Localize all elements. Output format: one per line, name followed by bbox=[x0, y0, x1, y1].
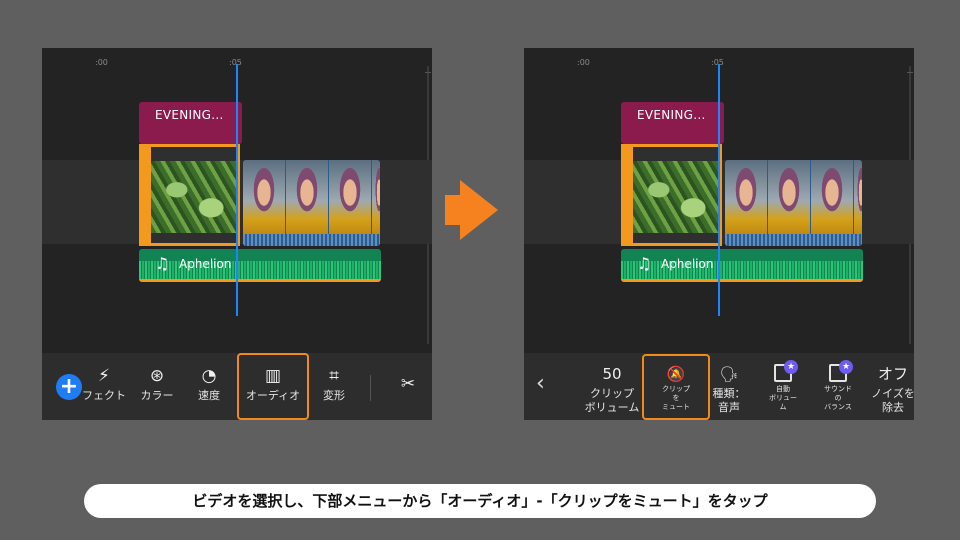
mute-label-1: クリップ bbox=[662, 385, 690, 393]
portrait-thumbnail bbox=[854, 160, 862, 234]
title-clip[interactable]: EVENING... bbox=[621, 102, 724, 144]
mute-label-3: ミュート bbox=[662, 403, 690, 411]
noise-label-1: ノイズを bbox=[871, 387, 914, 400]
transform-icon: ⌗ bbox=[329, 366, 339, 386]
star-icon: ★ bbox=[784, 360, 798, 374]
sound-balance-button[interactable]: ★ サウンド の バランス bbox=[814, 360, 862, 412]
add-button[interactable]: + bbox=[56, 374, 82, 400]
noise-removal-control[interactable]: オフ ノイズを 除去 bbox=[868, 363, 914, 415]
scissors-icon: ✂ bbox=[400, 374, 416, 394]
effects-icon: ⚡ bbox=[98, 366, 110, 386]
effects-label: フェクト bbox=[82, 389, 126, 402]
playhead[interactable] bbox=[718, 64, 720, 316]
scroll-marker bbox=[907, 72, 913, 73]
audio-clip-label: Aphelion bbox=[661, 257, 714, 271]
clip-volume-value: 50 bbox=[602, 365, 622, 383]
auto-label-1: 自動 bbox=[776, 385, 790, 393]
audio-label: オーディオ bbox=[245, 389, 301, 402]
balance-label-1: サウンド bbox=[824, 385, 852, 393]
music-note-icon: ♫ bbox=[637, 254, 652, 273]
type-label-1: 種類： bbox=[712, 387, 746, 400]
auto-label-3: ム bbox=[779, 403, 787, 411]
star-icon: ★ bbox=[839, 360, 853, 374]
music-note-icon: ♫ bbox=[155, 254, 170, 273]
speed-icon: ◔ bbox=[201, 366, 217, 386]
voice-icon: 🗣 bbox=[719, 365, 739, 383]
effects-tool[interactable]: ⚡ フェクト bbox=[80, 365, 128, 403]
split-tool[interactable]: ✂ bbox=[394, 373, 422, 397]
portrait-thumbnail bbox=[768, 160, 810, 234]
clip-volume-control[interactable]: 50 クリップ ボリューム bbox=[580, 363, 644, 415]
mute-clip-button[interactable]: 🔕 クリップ を ミュート bbox=[644, 363, 708, 412]
portrait-thumbnail bbox=[372, 160, 380, 234]
speed-tool[interactable]: ◔ 速度 bbox=[190, 365, 228, 403]
portrait-thumbnail bbox=[286, 160, 328, 234]
audio-icon: ▥ bbox=[264, 366, 282, 386]
audio-clip[interactable]: ♫ Aphelion bbox=[621, 249, 863, 282]
speed-label: 速度 bbox=[198, 389, 220, 402]
title-clip-label: EVENING... bbox=[637, 108, 706, 122]
clip-volume-label-1: クリップ bbox=[590, 387, 634, 400]
portrait-thumbnail bbox=[811, 160, 853, 234]
audio-type-control[interactable]: 🗣 種類： 音声 bbox=[710, 363, 748, 415]
portrait-thumbnail bbox=[725, 160, 767, 234]
square-icon: ★ bbox=[829, 360, 853, 382]
square-icon: ★ bbox=[774, 360, 798, 382]
instruction-caption: ビデオを選択し、下部メニューから「オーディオ」-「クリップをミュート」をタップ bbox=[84, 484, 876, 518]
audio-tool[interactable]: ▥ オーディオ bbox=[239, 365, 307, 403]
scroll-marker bbox=[425, 72, 431, 73]
title-clip[interactable]: EVENING... bbox=[139, 102, 242, 144]
video-clip-portrait[interactable] bbox=[725, 160, 862, 246]
portrait-thumbnail bbox=[243, 160, 285, 234]
audio-waveform bbox=[621, 261, 863, 279]
color-icon: ⊛ bbox=[149, 366, 165, 386]
audio-waveform bbox=[139, 261, 381, 279]
clip-volume-label-2: ボリューム bbox=[584, 401, 640, 414]
audio-clip[interactable]: ♫ Aphelion bbox=[139, 249, 381, 282]
color-tool[interactable]: ⊛ カラー bbox=[134, 365, 180, 403]
selected-video-clip[interactable] bbox=[621, 144, 722, 246]
balance-label-3: バランス bbox=[824, 403, 852, 411]
mute-label-2: を bbox=[672, 394, 680, 402]
bottom-toolbar: ⚡ フェクト + ⊛ カラー ◔ 速度 ▥ オーディオ ⌗ 変形 ✂ bbox=[42, 353, 432, 420]
right-phone-screen: :00 :05 EVENING... ♫ Aphelion ‹ 50 クリップ … bbox=[524, 48, 914, 420]
video-audio-waveform bbox=[243, 234, 380, 246]
left-phone-screen: :00 :05 EVENING... ♫ Aphelion ⚡ フェクト + ⊛… bbox=[42, 48, 432, 420]
balance-label-2: の bbox=[834, 394, 842, 402]
noise-label-2: 除去 bbox=[882, 401, 904, 414]
playhead[interactable] bbox=[236, 64, 238, 316]
fern-thumbnail bbox=[633, 161, 719, 233]
noise-value: オフ bbox=[877, 365, 908, 383]
ruler-mark-0: :00 bbox=[95, 58, 108, 67]
selected-video-clip[interactable] bbox=[139, 144, 240, 246]
mute-icon: 🔕 bbox=[666, 365, 686, 383]
ruler-mark-0: :00 bbox=[577, 58, 590, 67]
color-label: カラー bbox=[140, 389, 174, 402]
back-icon[interactable]: ‹ bbox=[536, 371, 545, 396]
transform-label: 変形 bbox=[323, 389, 345, 402]
audio-clip-label: Aphelion bbox=[179, 257, 232, 271]
portrait-thumbnail bbox=[329, 160, 371, 234]
auto-volume-button[interactable]: ★ 自動 ボリュー ム bbox=[760, 360, 806, 412]
next-step-arrow bbox=[460, 180, 498, 240]
video-clip-portrait[interactable] bbox=[243, 160, 380, 246]
type-label-2: 音声 bbox=[718, 401, 740, 414]
fern-thumbnail bbox=[151, 161, 237, 233]
transform-tool[interactable]: ⌗ 変形 bbox=[314, 365, 354, 403]
auto-label-2: ボリュー bbox=[769, 394, 797, 402]
title-clip-label: EVENING... bbox=[155, 108, 224, 122]
sound-balance-icon: ★ bbox=[814, 360, 862, 385]
auto-volume-icon: ★ bbox=[760, 360, 806, 385]
toolbar-divider bbox=[370, 375, 371, 401]
audio-toolbar: ‹ 50 クリップ ボリューム 🔕 クリップ を ミュート 🗣 種類： 音声 ★… bbox=[524, 353, 914, 420]
video-audio-waveform bbox=[725, 234, 862, 246]
